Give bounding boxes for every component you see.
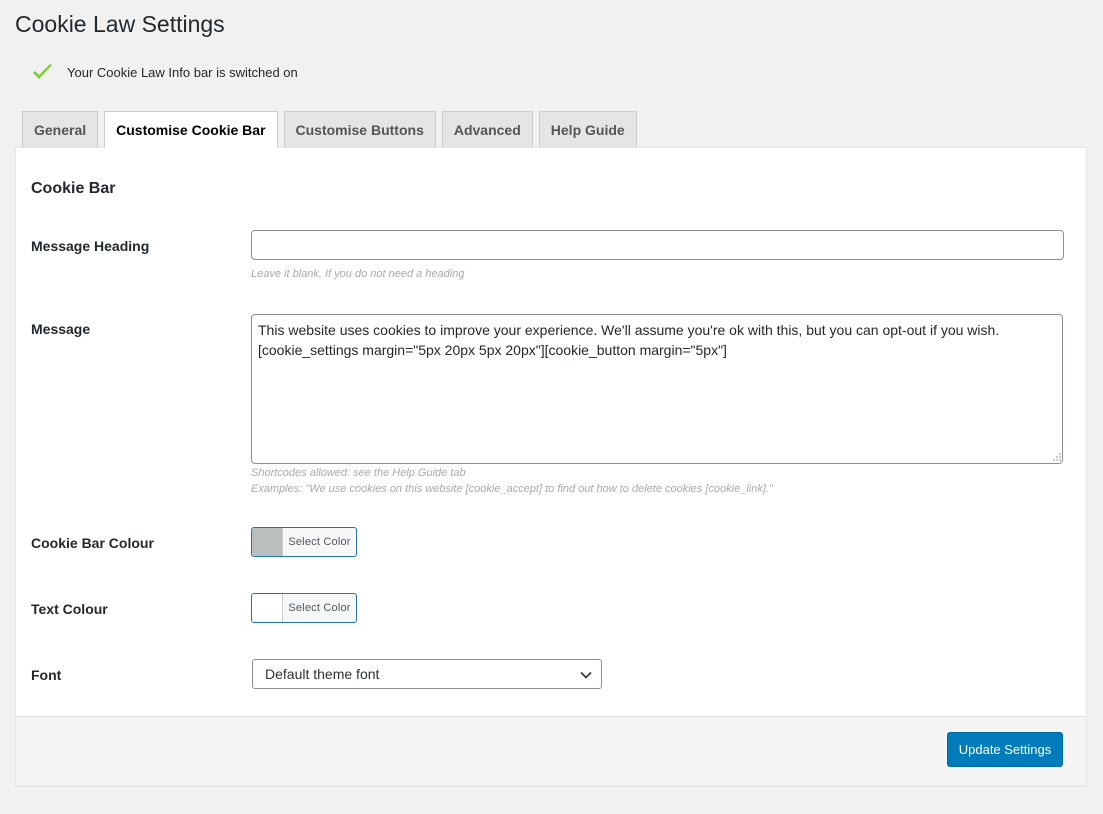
page-title: Cookie Law Settings xyxy=(15,11,225,37)
text-colour-button[interactable]: Select Color xyxy=(251,593,357,623)
select-color-label: Select Color xyxy=(288,536,351,548)
text-colour-swatch xyxy=(252,594,283,622)
message-textarea[interactable] xyxy=(251,314,1063,464)
tab-customise-buttons[interactable]: Customise Buttons xyxy=(283,111,436,147)
text-colour-label: Text Colour xyxy=(31,601,108,617)
message-hint-examples: Examples: "We use cookies on this websit… xyxy=(251,483,773,495)
select-color-label: Select Color xyxy=(288,602,351,614)
tab-advanced[interactable]: Advanced xyxy=(441,111,533,147)
message-heading-hint: Leave it blank, If you do not need a hea… xyxy=(251,268,465,280)
cookie-bar-colour-button[interactable]: Select Color xyxy=(251,527,357,557)
message-heading-label: Message Heading xyxy=(31,238,150,254)
message-label: Message xyxy=(31,321,91,337)
settings-tabs: General Customise Cookie Bar Customise B… xyxy=(22,111,643,148)
panel-footer: Update Settings xyxy=(16,716,1086,785)
tab-general[interactable]: General xyxy=(22,111,99,147)
section-title: Cookie Bar xyxy=(31,180,116,197)
tab-help-guide[interactable]: Help Guide xyxy=(538,111,637,147)
font-label: Font xyxy=(31,667,62,683)
resize-grip-icon[interactable] xyxy=(1052,452,1062,462)
message-hint-shortcodes: Shortcodes allowed: see the Help Guide t… xyxy=(251,467,466,479)
cookie-bar-colour-swatch xyxy=(252,528,283,556)
font-select-value: Default theme font xyxy=(265,666,380,682)
notice-text: Your Cookie Law Info bar is switched on xyxy=(67,64,298,80)
update-settings-button[interactable]: Update Settings xyxy=(947,732,1063,767)
tab-customise-cookie-bar[interactable]: Customise Cookie Bar xyxy=(104,111,278,148)
status-notice: Your Cookie Law Info bar is switched on xyxy=(32,60,298,84)
chevron-down-icon xyxy=(580,671,592,679)
checkmark-icon xyxy=(33,64,52,79)
settings-panel: Cookie Bar Message Heading Leave it blan… xyxy=(15,147,1087,786)
message-heading-input[interactable] xyxy=(251,230,1064,260)
cookie-bar-colour-label: Cookie Bar Colour xyxy=(31,535,154,551)
font-select[interactable]: Default theme font xyxy=(252,659,602,689)
